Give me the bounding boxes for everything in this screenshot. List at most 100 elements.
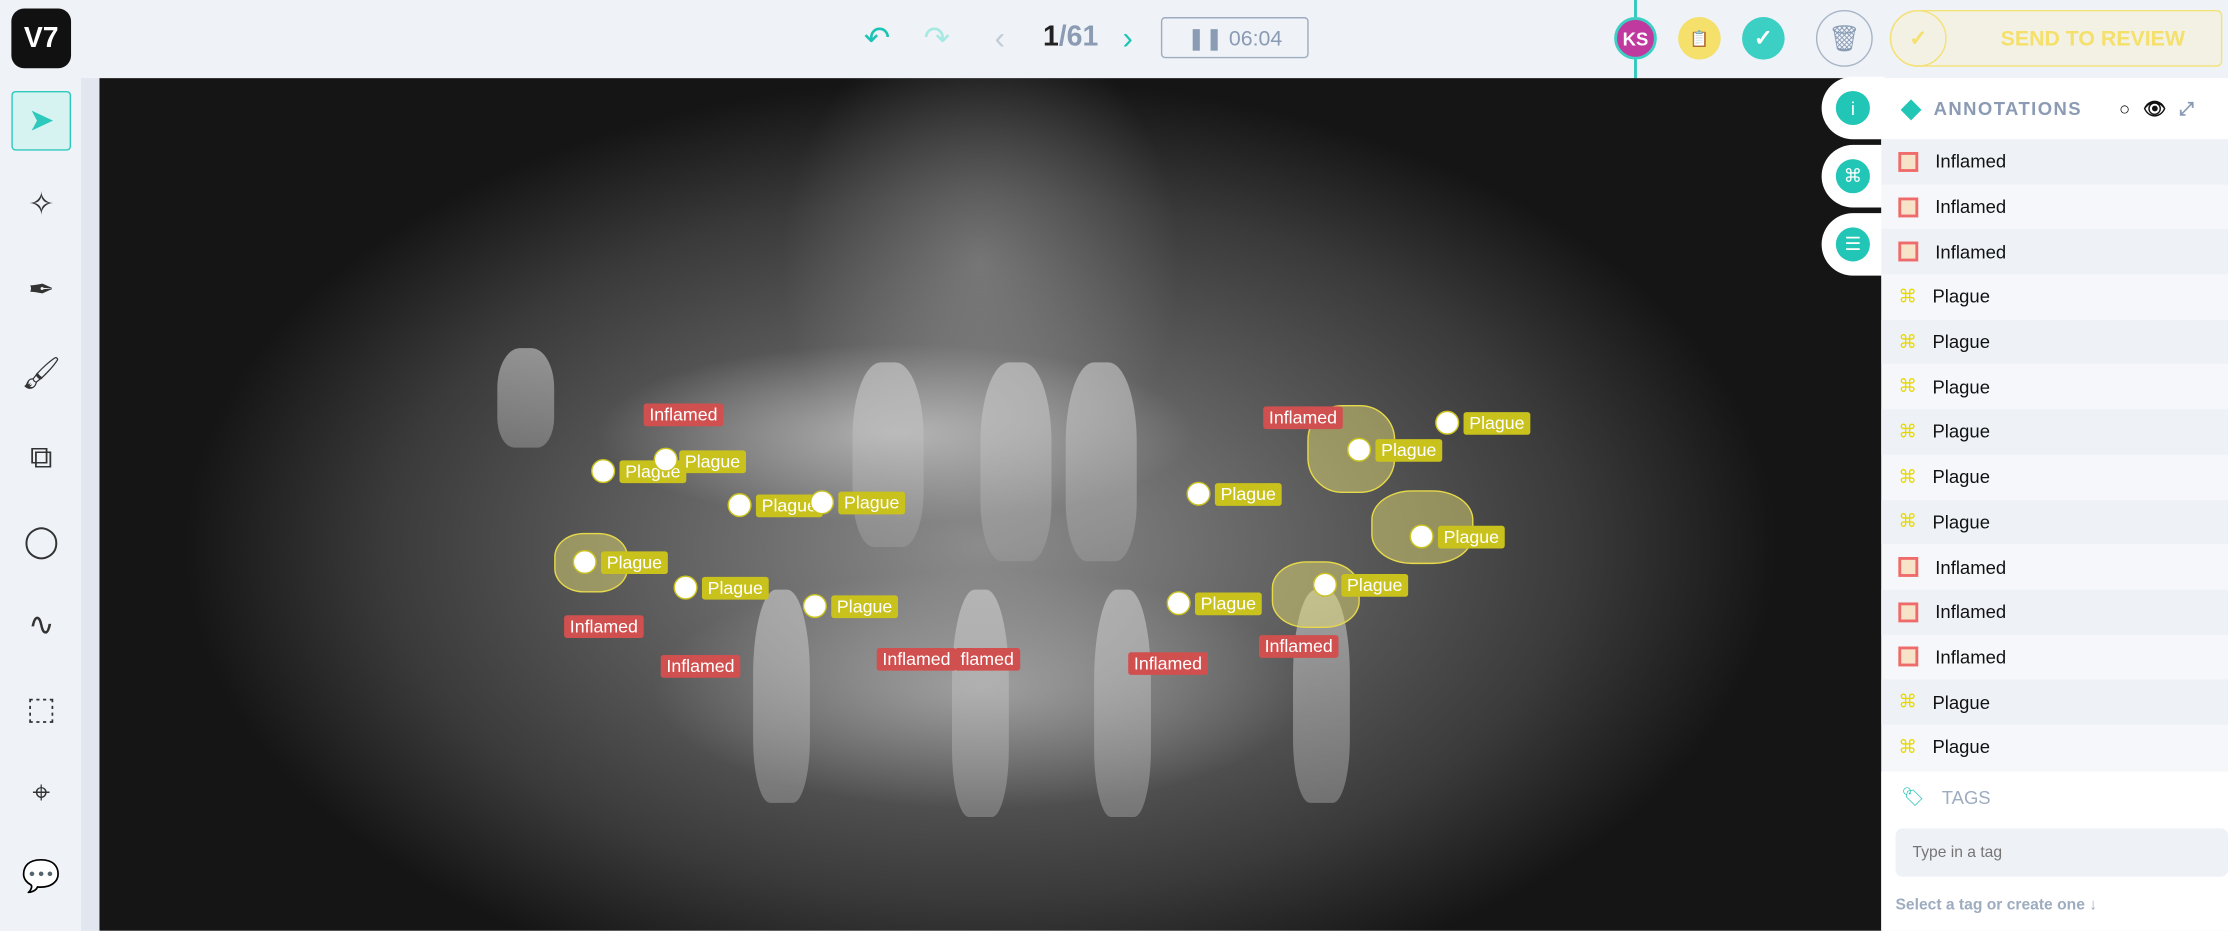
image-canvas[interactable]: Inflamed Inflamed Inflamed Inflamed Infl… bbox=[99, 78, 1882, 931]
plague-label[interactable]: Plague bbox=[1214, 483, 1282, 506]
annotation-item[interactable]: ⌘ Plague bbox=[1881, 725, 2228, 770]
toggle-all-icon[interactable]: ○ bbox=[2119, 98, 2132, 119]
keypoint-handle[interactable] bbox=[1347, 437, 1372, 462]
cuboid-tool-icon[interactable]: ⬚ bbox=[11, 679, 71, 739]
tag-hint: Select a tag or create one ↓ bbox=[1895, 896, 2098, 914]
annotation-label: Plague bbox=[1932, 691, 1990, 713]
comment-tool-icon[interactable]: 💬 bbox=[11, 847, 71, 907]
plague-label[interactable]: Plague bbox=[601, 551, 668, 575]
command-icon: ⌘ bbox=[1835, 159, 1870, 194]
tag-input[interactable] bbox=[1895, 828, 2228, 877]
plague-label[interactable]: Plague bbox=[1341, 574, 1409, 597]
annotation-label: Plague bbox=[1932, 421, 1990, 443]
bounding-box-icon bbox=[1898, 151, 1919, 172]
annotation-item[interactable]: ⌘ Plague bbox=[1881, 364, 2228, 409]
previous-item-icon[interactable]: ‹ bbox=[995, 20, 1005, 57]
expand-icon[interactable]: ⤢ bbox=[2179, 97, 2195, 120]
annotation-label: Inflamed bbox=[1935, 241, 2007, 263]
inflamed-label[interactable]: Inflamed bbox=[643, 403, 724, 427]
keypoint-handle[interactable] bbox=[572, 549, 597, 575]
page-counter: 1/61 bbox=[1043, 21, 1098, 54]
bounding-box-icon bbox=[1898, 241, 1919, 262]
keypoint-handle[interactable] bbox=[1409, 524, 1434, 549]
brush-tool-icon[interactable]: 🖌 bbox=[11, 344, 71, 404]
keypoint-handle[interactable] bbox=[1166, 591, 1191, 616]
pen-tool-icon[interactable]: ✒ bbox=[11, 260, 71, 320]
line-tool-icon[interactable]: ∿ bbox=[11, 595, 71, 655]
plague-label[interactable]: Plague bbox=[679, 450, 746, 474]
annotation-item[interactable]: Inflamed bbox=[1881, 229, 2228, 275]
tags-section: 🏷 TAGS Select a tag or create one ↓ bbox=[1881, 771, 2228, 931]
tooth bbox=[952, 589, 1009, 818]
polygon-icon: ⌘ bbox=[1898, 690, 1917, 713]
annotation-label: Plague bbox=[1932, 376, 1990, 398]
assignee-avatar[interactable]: KS bbox=[1614, 17, 1657, 60]
select-tool-icon[interactable]: ➤ bbox=[11, 90, 72, 151]
annotation-item[interactable]: ⌘ Plague bbox=[1881, 409, 2228, 455]
keypoint-handle[interactable] bbox=[1312, 572, 1338, 597]
auto-annotate-tool-icon[interactable]: ✧ bbox=[11, 175, 71, 235]
polygon-icon: ⌘ bbox=[1898, 285, 1917, 307]
inflamed-label[interactable]: flamed bbox=[954, 647, 1020, 671]
keypoint-handle[interactable] bbox=[809, 490, 835, 515]
annotation-item[interactable]: Inflamed bbox=[1881, 139, 2228, 185]
send-to-review-button[interactable]: ✓ SEND TO REVIEW bbox=[1889, 9, 2223, 67]
info-button[interactable]: i bbox=[1821, 76, 1885, 140]
settings-button[interactable]: ☰ bbox=[1821, 213, 1885, 276]
polygon-icon: ⌘ bbox=[1898, 375, 1917, 397]
eye-icon[interactable]: 👁 bbox=[2143, 97, 2168, 120]
v7-logo: V7 bbox=[11, 8, 72, 69]
ellipse-tool-icon[interactable]: ◯ bbox=[11, 512, 71, 572]
annotation-item[interactable]: ⌘ Plague bbox=[1881, 319, 2228, 365]
inflamed-label[interactable]: Inflamed bbox=[1263, 406, 1343, 430]
tooth bbox=[1094, 589, 1151, 818]
annotation-item[interactable]: Inflamed bbox=[1881, 184, 2228, 229]
keypoint-handle[interactable] bbox=[591, 458, 616, 484]
plague-label[interactable]: Plague bbox=[1375, 439, 1443, 462]
keypoint-handle[interactable] bbox=[727, 493, 752, 518]
delete-button[interactable]: 🗑 bbox=[1815, 9, 1873, 67]
inflamed-label[interactable]: Inflamed bbox=[564, 615, 644, 638]
redo-icon[interactable]: ↷ bbox=[924, 20, 950, 57]
tooth bbox=[852, 362, 924, 548]
keypoint-handle[interactable] bbox=[1435, 410, 1460, 435]
annotation-label: Plague bbox=[1932, 466, 1990, 488]
plague-label[interactable]: Plague bbox=[1463, 412, 1531, 435]
keypoint-handle[interactable] bbox=[1186, 481, 1211, 506]
timer-button[interactable]: ❚❚ 06:04 bbox=[1160, 17, 1309, 59]
top-bar: V7 ↶ ↷ ‹ 1/61 › ❚❚ 06:04 KS 📋 ✓ 🗑 ✓ SEND … bbox=[0, 0, 2228, 79]
annotation-item[interactable]: Inflamed bbox=[1881, 544, 2228, 589]
plague-label[interactable]: Plague bbox=[1194, 592, 1262, 616]
inflamed-label[interactable]: Inflamed bbox=[1128, 652, 1208, 675]
plague-label[interactable]: Plague bbox=[701, 576, 769, 600]
shortcuts-button[interactable]: ⌘ bbox=[1821, 144, 1885, 208]
plague-label[interactable]: Plague bbox=[838, 491, 906, 515]
plague-label[interactable]: Plague bbox=[831, 595, 898, 619]
annotation-item[interactable]: Inflamed bbox=[1881, 589, 2228, 635]
keypoint-handle[interactable] bbox=[802, 593, 827, 619]
keypoint-tool-icon[interactable]: ⌖ bbox=[11, 763, 71, 823]
annotation-item[interactable]: ⌘ Plague bbox=[1881, 274, 2228, 319]
annotation-item[interactable]: ⌘ Plague bbox=[1881, 499, 2228, 545]
plague-label[interactable]: Plague bbox=[1437, 525, 1505, 549]
annotation-label: Plague bbox=[1932, 511, 1990, 533]
complete-stage-icon[interactable]: ✓ bbox=[1742, 17, 1785, 60]
inflamed-label[interactable]: Inflamed bbox=[660, 655, 741, 678]
inflamed-label[interactable]: Inflamed bbox=[876, 647, 957, 671]
annotation-item[interactable]: ⌘ Plague bbox=[1881, 454, 2228, 499]
undo-icon[interactable]: ↶ bbox=[864, 20, 890, 57]
annotations-title: ANNOTATIONS bbox=[1933, 98, 2083, 120]
info-icon: i bbox=[1835, 90, 1870, 126]
review-stage-icon[interactable]: 📋 bbox=[1678, 17, 1721, 60]
keypoint-handle[interactable] bbox=[653, 447, 678, 472]
annotation-item[interactable]: Inflamed bbox=[1881, 635, 2228, 680]
send-to-review-label: SEND TO REVIEW bbox=[2000, 26, 2186, 51]
annotation-item[interactable]: ⌘ Plague bbox=[1881, 679, 2228, 725]
polygon-tool-icon[interactable]: ⧉ bbox=[11, 428, 71, 488]
annotation-label: Inflamed bbox=[1935, 601, 2007, 623]
keypoint-handle[interactable] bbox=[673, 575, 698, 600]
page-total: /61 bbox=[1058, 21, 1099, 53]
next-item-icon[interactable]: › bbox=[1123, 20, 1133, 57]
inflamed-label[interactable]: Inflamed bbox=[1258, 635, 1339, 658]
polygon-icon: ⌘ bbox=[1898, 510, 1917, 532]
